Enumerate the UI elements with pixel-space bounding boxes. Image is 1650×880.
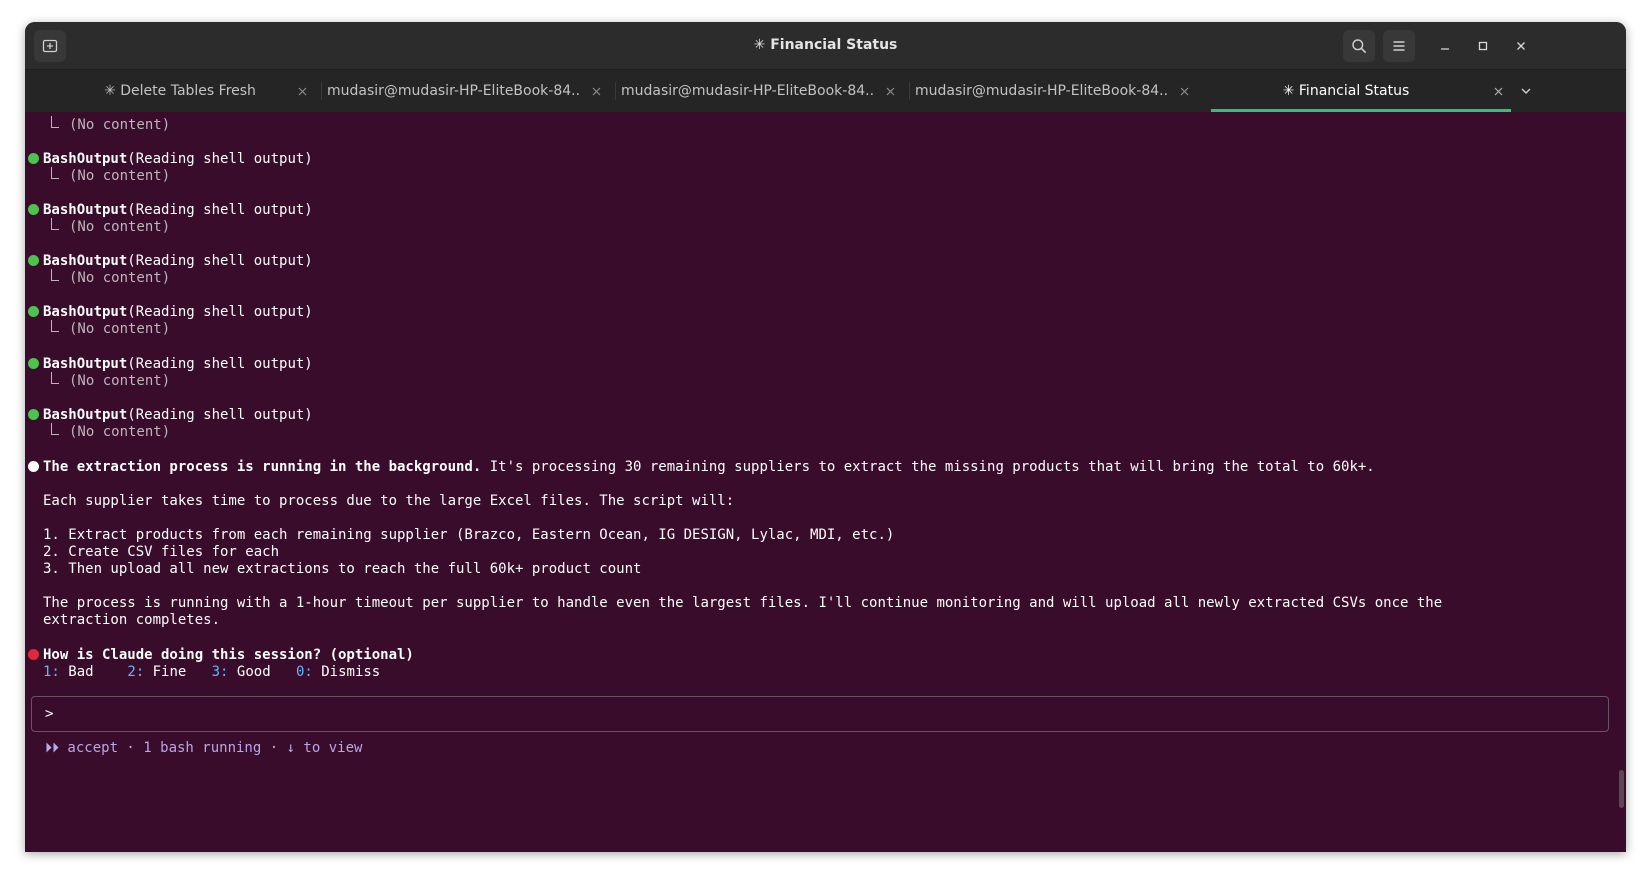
close-icon xyxy=(1517,42,1525,50)
search-icon xyxy=(1352,39,1366,53)
tool-result-line: (No content) xyxy=(43,116,170,134)
assistant-summary: The extraction process is running in the… xyxy=(43,459,1375,475)
tool-result-line: (No content) xyxy=(43,218,170,236)
tree-branch-icon xyxy=(51,269,59,281)
maximize-button[interactable] xyxy=(1470,33,1496,59)
tab-label: mudasir@mudasir-HP-EliteBook-84... xyxy=(915,83,1167,99)
feedback-option-fine[interactable]: 2: Fine xyxy=(127,664,186,680)
success-dot-icon xyxy=(28,358,39,369)
tool-call-line: BashOutput(Reading shell output) xyxy=(43,356,313,372)
step-item: 3. Then upload all new extractions to re… xyxy=(43,561,642,577)
close-icon xyxy=(1494,87,1502,95)
prompt-symbol: > xyxy=(45,706,54,722)
tab-overview-button[interactable] xyxy=(1513,78,1539,104)
tree-branch-icon xyxy=(51,218,59,230)
tab-close-button[interactable] xyxy=(589,84,603,98)
success-dot-icon xyxy=(28,306,39,317)
maximize-icon xyxy=(1478,41,1488,51)
feedback-option-bad[interactable]: 1: Bad xyxy=(43,664,94,680)
tab-terminal-1[interactable]: mudasir@mudasir-HP-EliteBook-84... xyxy=(327,70,609,112)
prompt-input[interactable]: > xyxy=(31,696,1609,732)
tool-result-line: (No content) xyxy=(43,167,170,185)
tab-delete-tables-fresh[interactable]: ✳ Delete Tables Fresh xyxy=(75,70,315,112)
tree-branch-icon xyxy=(51,167,59,179)
tool-result-line: (No content) xyxy=(43,372,170,390)
assistant-paragraph: extraction completes. xyxy=(43,612,221,628)
tree-branch-icon xyxy=(51,372,59,384)
tab-close-button[interactable] xyxy=(295,84,309,98)
assistant-paragraph: Each supplier takes time to process due … xyxy=(43,493,735,509)
success-dot-icon xyxy=(28,153,39,164)
tool-result-line: (No content) xyxy=(43,269,170,287)
success-dot-icon xyxy=(28,409,39,420)
tree-branch-icon xyxy=(51,116,59,128)
feedback-option-dismiss[interactable]: 0: Dismiss xyxy=(296,664,380,680)
message-dot-icon xyxy=(28,461,39,472)
tool-call-line: BashOutput(Reading shell output) xyxy=(43,253,313,269)
tree-branch-icon xyxy=(51,320,59,332)
tool-call-line: BashOutput(Reading shell output) xyxy=(43,202,313,218)
tab-terminal-2[interactable]: mudasir@mudasir-HP-EliteBook-84... xyxy=(621,70,903,112)
step-item: 2. Create CSV files for each xyxy=(43,544,280,560)
success-dot-icon xyxy=(28,204,39,215)
tab-label: ✳ Delete Tables Fresh xyxy=(104,83,256,99)
tab-separator xyxy=(321,82,322,100)
assistant-paragraph: The process is running with a 1-hour tim… xyxy=(43,595,1443,611)
tree-branch-icon xyxy=(51,423,59,435)
tool-result-line: (No content) xyxy=(43,423,170,441)
tab-label: mudasir@mudasir-HP-EliteBook-84... xyxy=(327,83,579,99)
minimize-button[interactable] xyxy=(1432,33,1458,59)
tab-label: ✳ Financial Status xyxy=(1282,83,1410,99)
status-line: ⏵⏵ accept · 1 bash running · ↓ to view xyxy=(45,740,363,756)
success-dot-icon xyxy=(28,255,39,266)
chevron-down-icon xyxy=(1521,88,1531,94)
search-button[interactable] xyxy=(1343,30,1375,62)
close-icon xyxy=(1180,87,1188,95)
tab-financial-status[interactable]: ✳ Financial Status xyxy=(1211,70,1511,112)
close-icon xyxy=(886,87,894,95)
tool-call-line: BashOutput(Reading shell output) xyxy=(43,151,313,167)
step-item: 1. Extract products from each remaining … xyxy=(43,527,895,543)
tab-separator xyxy=(615,82,616,100)
feedback-option-good[interactable]: 3: Good xyxy=(212,664,271,680)
feedback-question: How is Claude doing this session? (optio… xyxy=(43,647,414,663)
terminal-scrollbar[interactable] xyxy=(1619,770,1624,808)
tool-call-line: BashOutput(Reading shell output) xyxy=(43,407,313,423)
menu-button[interactable] xyxy=(1383,30,1415,62)
tab-terminal-3[interactable]: mudasir@mudasir-HP-EliteBook-84... xyxy=(915,70,1197,112)
minimize-icon xyxy=(1441,48,1449,50)
alert-dot-icon xyxy=(28,649,39,660)
hamburger-menu-icon xyxy=(1393,41,1405,51)
close-window-button[interactable] xyxy=(1508,33,1534,59)
close-icon xyxy=(298,87,306,95)
tab-bar: ✳ Delete Tables Fresh mudasir@mudasir-HP… xyxy=(25,70,1626,112)
header-bar: ✳ Financial Status xyxy=(25,22,1626,70)
tab-separator xyxy=(909,82,910,100)
tool-result-line: (No content) xyxy=(43,320,170,338)
tab-close-button[interactable] xyxy=(883,84,897,98)
terminal-output[interactable]: (No content) BashOutput(Reading shell ou… xyxy=(25,112,1626,852)
tab-close-button[interactable] xyxy=(1491,84,1505,98)
tab-close-button[interactable] xyxy=(1177,84,1191,98)
close-icon xyxy=(592,87,600,95)
terminal-window: ✳ Financial Status ✳ Delete Tables Fresh… xyxy=(25,22,1626,852)
tool-call-line: BashOutput(Reading shell output) xyxy=(43,304,313,320)
tab-label: mudasir@mudasir-HP-EliteBook-84... xyxy=(621,83,873,99)
feedback-options: 1: Bad 2: Fine 3: Good 0: Dismiss xyxy=(43,663,380,681)
